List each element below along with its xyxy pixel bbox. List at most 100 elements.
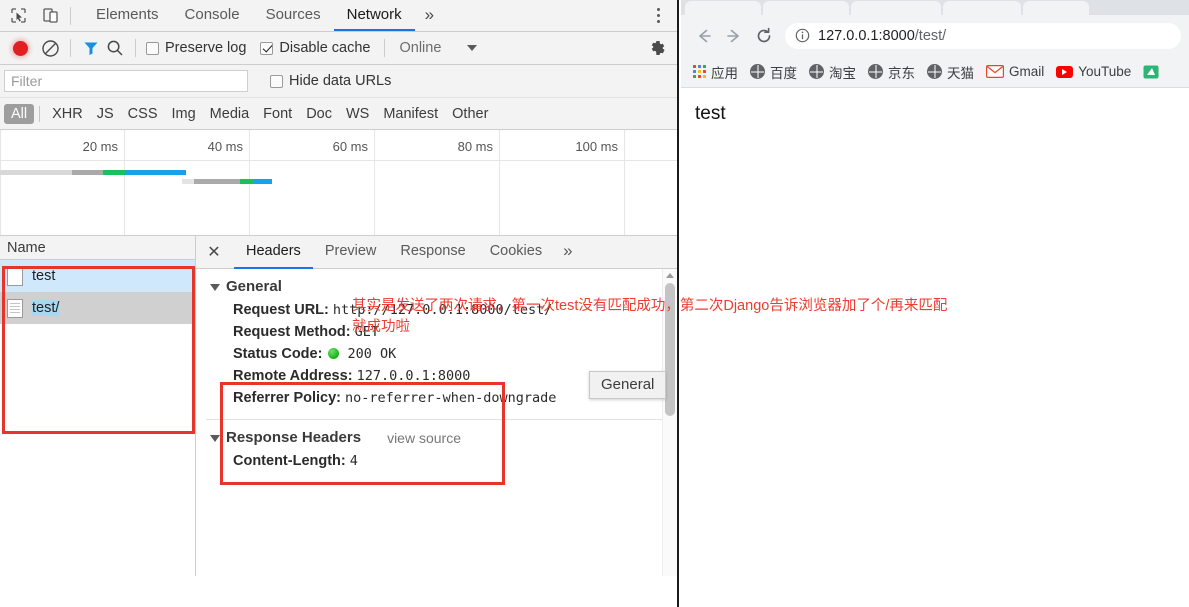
type-filter-doc[interactable]: Doc — [299, 104, 339, 124]
scroll-up-arrow-icon[interactable] — [666, 273, 674, 278]
tab-detail-more-icon[interactable]: » — [554, 236, 581, 269]
view-source-link[interactable]: view source — [387, 430, 461, 446]
key-remote-address: Remote Address: — [233, 368, 353, 384]
hide-data-urls-checkbox[interactable]: Hide data URLs — [270, 73, 391, 89]
hide-data-urls-box[interactable] — [270, 74, 283, 88]
bookmark-label: 淘宝 — [829, 65, 856, 81]
bookmark-youtube[interactable]: YouTube — [1050, 62, 1137, 81]
browser-tab[interactable] — [763, 1, 849, 15]
type-filter-font[interactable]: Font — [256, 104, 299, 124]
disable-cache-label: Disable cache — [279, 40, 371, 56]
bookmark-tmall[interactable]: 天猫 — [921, 60, 980, 84]
chevron-down-icon[interactable] — [210, 284, 220, 291]
value-referrer-policy: no-referrer-when-downgrade — [345, 390, 557, 406]
tab-response[interactable]: Response — [388, 236, 477, 269]
timeline-tick-80ms: 80 ms — [457, 139, 493, 154]
chevron-down-icon[interactable] — [467, 45, 478, 51]
network-overview-timeline[interactable]: 20 ms 40 ms 60 ms 80 ms 100 ms — [0, 130, 677, 236]
settings-button[interactable] — [647, 32, 667, 64]
type-filter-all[interactable]: All — [4, 103, 35, 124]
annotation-text-line-1: 其实是发送了两次请求，第一次test没有匹配成功，第二次Django告诉浏览器加… — [352, 298, 948, 314]
bookmark-taobao[interactable]: 淘宝 — [803, 60, 862, 84]
gmail-icon — [986, 65, 1004, 78]
bookmark-apps[interactable]: 应用 — [687, 60, 744, 84]
throttling-label: Online — [399, 40, 442, 56]
network-filter-row: Hide data URLs — [0, 65, 677, 98]
waterfall-bar-test-slash — [182, 179, 272, 184]
value-content-length: 4 — [349, 453, 358, 469]
tooltip-general: General — [589, 371, 667, 399]
tab-elements[interactable]: Elements — [83, 0, 172, 31]
timeline-tick-60ms: 60 ms — [332, 139, 368, 154]
tab-sources[interactable]: Sources — [253, 0, 334, 31]
detail-tab-list: ✕ Headers Preview Response Cookies » — [196, 236, 677, 269]
type-filter-js[interactable]: JS — [90, 104, 121, 124]
type-filter-media[interactable]: Media — [203, 104, 257, 124]
bookmark-label: 京东 — [888, 65, 915, 81]
chevron-down-icon[interactable] — [210, 435, 220, 442]
key-referrer-policy: Referrer Policy: — [233, 390, 341, 406]
tab-console[interactable]: Console — [172, 0, 253, 31]
bookmark-label: YouTube — [1078, 64, 1132, 79]
browser-tab[interactable] — [851, 1, 941, 15]
control-divider-2 — [135, 39, 136, 57]
search-icon[interactable] — [103, 37, 127, 59]
page-content: test — [681, 89, 1189, 607]
inspect-icon[interactable] — [6, 5, 30, 27]
type-filter-css[interactable]: CSS — [121, 104, 165, 124]
browser-tabstrip — [681, 0, 1189, 15]
tab-preview[interactable]: Preview — [313, 236, 389, 269]
disable-cache-box[interactable] — [260, 41, 274, 55]
preserve-log-checkbox[interactable]: Preserve log — [146, 40, 246, 56]
clear-icon[interactable] — [38, 37, 62, 59]
table-row[interactable]: test — [0, 260, 195, 292]
disable-cache-checkbox[interactable]: Disable cache — [260, 40, 370, 56]
value-status-code: 200 OK — [347, 346, 397, 362]
address-bar-text: 127.0.0.1:8000/test/ — [818, 28, 946, 44]
tab-headers[interactable]: Headers — [234, 236, 313, 269]
reload-icon[interactable] — [749, 21, 779, 51]
response-headers-label: Response Headers — [226, 429, 362, 446]
forward-arrow-icon[interactable] — [719, 21, 749, 51]
type-filter-xhr[interactable]: XHR — [45, 104, 90, 124]
devtools-menu-icon[interactable] — [647, 0, 669, 31]
youtube-icon — [1056, 65, 1074, 78]
bookmark-jd[interactable]: 京东 — [862, 60, 921, 84]
preserve-log-box[interactable] — [146, 41, 159, 55]
globe-icon — [750, 64, 765, 79]
throttling-select[interactable]: Online — [393, 40, 478, 56]
browser-tab[interactable] — [943, 1, 1021, 15]
type-filter-ws[interactable]: WS — [339, 104, 376, 124]
bookmark-label: 应用 — [711, 65, 738, 81]
timeline-tick-20ms: 20 ms — [82, 139, 118, 154]
close-icon[interactable]: ✕ — [204, 242, 224, 262]
tab-cookies[interactable]: Cookies — [478, 236, 554, 269]
address-bar[interactable]: 127.0.0.1:8000/test/ — [785, 22, 1181, 49]
general-section-title[interactable]: General — [196, 269, 677, 299]
type-filter-manifest[interactable]: Manifest — [376, 104, 445, 124]
browser-tab[interactable] — [1023, 1, 1089, 15]
type-filter-other[interactable]: Other — [445, 104, 495, 124]
record-icon[interactable] — [8, 37, 32, 59]
type-filter-img[interactable]: Img — [165, 104, 203, 124]
key-content-length: Content-Length: — [233, 453, 346, 469]
control-divider-3 — [384, 39, 386, 57]
browser-tab[interactable] — [685, 1, 761, 15]
bookmark-gmail[interactable]: Gmail — [980, 62, 1050, 81]
back-arrow-icon[interactable] — [689, 21, 719, 51]
search-input[interactable] — [4, 70, 248, 92]
request-name: test — [32, 268, 56, 284]
key-request-url: Request URL: — [233, 302, 329, 318]
response-headers-section-title[interactable]: Response Headers view source — [196, 420, 677, 450]
table-row[interactable]: test/ — [0, 292, 195, 324]
bookmark-baidu[interactable]: 百度 — [744, 60, 803, 84]
device-toggle-icon[interactable] — [38, 5, 62, 27]
key-status-code: Status Code: — [233, 346, 323, 362]
tab-more-icon[interactable]: » — [415, 0, 444, 31]
browser-toolbar: 127.0.0.1:8000/test/ — [681, 15, 1189, 56]
filter-icon[interactable] — [79, 37, 103, 59]
devtools-tab-list: Elements Console Sources Network » — [83, 0, 444, 31]
tab-network[interactable]: Network — [333, 0, 415, 31]
bookmark-overflow[interactable] — [1137, 63, 1165, 81]
request-list-header[interactable]: Name — [0, 236, 195, 260]
